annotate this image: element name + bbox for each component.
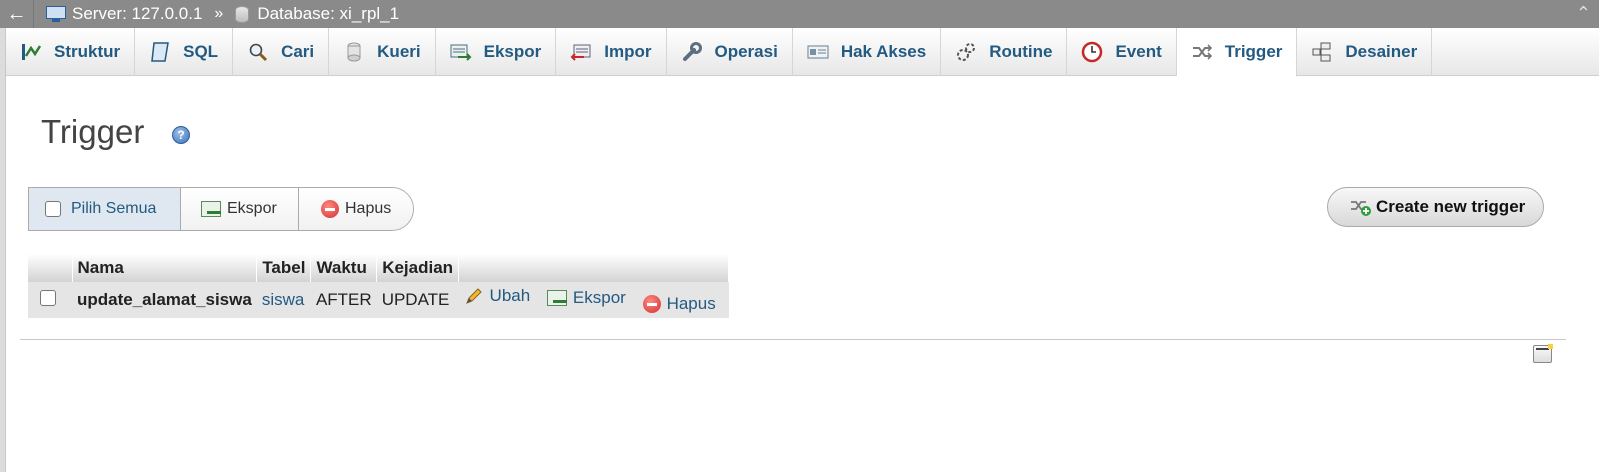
back-arrow-icon[interactable]: ←: [0, 0, 34, 28]
trigger-name: update_alamat_siswa: [72, 282, 257, 318]
query-icon: [343, 41, 365, 63]
header-waktu: Waktu: [310, 254, 378, 282]
collapse-icon[interactable]: ⌃: [1576, 3, 1591, 24]
tab-label: Event: [1115, 42, 1162, 61]
sql-icon: [149, 41, 171, 63]
edit-label: Ubah: [489, 285, 531, 305]
header-actions: [458, 254, 730, 282]
tab-sql[interactable]: SQL: [135, 28, 234, 76]
add-trigger-icon: [1350, 198, 1372, 216]
tab-label: Kueri: [377, 42, 421, 61]
triggers-table: Nama Tabel Waktu Kejadian update_alamat_…: [28, 254, 730, 318]
tab-label: Routine: [989, 42, 1053, 61]
export-link[interactable]: Ekspor: [546, 287, 626, 308]
tab-label: Ekspor: [483, 42, 542, 61]
tab-operasi[interactable]: Operasi: [667, 28, 793, 76]
tab-label: Struktur: [54, 42, 121, 61]
edit-link[interactable]: Ubah: [464, 285, 531, 306]
clock-icon: [1081, 41, 1103, 63]
header-checkbox-col: [28, 254, 73, 282]
trigger-event: UPDATE: [376, 282, 459, 318]
trigger-table-link[interactable]: siswa: [262, 290, 305, 309]
tab-ekspor[interactable]: Ekspor: [436, 28, 557, 76]
export-label: Ekspor: [572, 287, 626, 307]
delete-icon: [642, 295, 661, 314]
header-nama: Nama: [72, 254, 258, 282]
divider: [20, 339, 1566, 340]
bulk-export-button[interactable]: Ekspor: [181, 188, 299, 230]
export-icon: [450, 41, 472, 63]
tab-kueri[interactable]: Kueri: [329, 28, 436, 76]
tab-label: SQL: [183, 42, 219, 61]
create-new-trigger-label: Create new trigger: [1376, 197, 1526, 216]
delete-icon: [321, 200, 339, 218]
server-icon: [46, 6, 66, 22]
export-icon: [201, 201, 221, 217]
tab-trigger[interactable]: Trigger: [1176, 28, 1298, 77]
database-icon: [235, 5, 250, 23]
bulk-delete-label: Hapus: [345, 200, 392, 217]
tab-routine[interactable]: Routine: [941, 28, 1068, 76]
database-label[interactable]: Database: xi_rpl_1: [257, 4, 399, 24]
table-header-row: Nama Tabel Waktu Kejadian: [28, 254, 730, 282]
delete-label: Hapus: [666, 294, 716, 314]
create-new-trigger-button[interactable]: Create new trigger: [1327, 187, 1544, 227]
row-checkbox[interactable]: [40, 289, 56, 306]
console-icon[interactable]: [1533, 344, 1553, 363]
structure-icon: [20, 41, 42, 63]
designer-icon: [1311, 41, 1333, 63]
row-checkbox-cell: [28, 282, 72, 318]
import-icon: [570, 41, 592, 63]
page-title: Trigger: [41, 113, 145, 150]
bulk-delete-button[interactable]: Hapus: [299, 188, 413, 230]
row-actions: Ubah Ekspor Hapus: [458, 282, 729, 318]
trigger-table-cell: siswa: [256, 282, 311, 318]
search-icon: [247, 41, 269, 63]
trigger-icon: [1191, 41, 1213, 63]
tab-struktur[interactable]: Struktur: [6, 28, 136, 76]
privileges-icon: [807, 41, 829, 63]
server-label[interactable]: Server: 127.0.0.1: [72, 4, 202, 24]
tab-label: Hak Akses: [840, 42, 927, 61]
tab-bar: Struktur SQL Cari Kueri Ekspor Impor Ope…: [6, 28, 1599, 77]
select-all-control[interactable]: Pilih Semua: [29, 188, 181, 230]
tab-cari[interactable]: Cari: [233, 28, 330, 76]
export-icon: [546, 289, 567, 306]
tab-desainer[interactable]: Desainer: [1297, 28, 1433, 76]
tab-label: Cari: [281, 42, 315, 61]
tab-label: Operasi: [714, 42, 778, 61]
header-tabel: Tabel: [256, 254, 312, 282]
help-icon[interactable]: ?: [172, 126, 190, 144]
table-row: update_alamat_siswa siswa AFTER UPDATE U…: [28, 282, 729, 318]
bulk-export-label: Ekspor: [227, 200, 277, 217]
pencil-icon: [464, 286, 484, 306]
tab-label: Trigger: [1224, 42, 1283, 61]
tab-impor[interactable]: Impor: [556, 28, 667, 76]
tab-label: Impor: [604, 42, 652, 61]
breadcrumb-database[interactable]: Database: xi_rpl_1: [235, 4, 399, 24]
routines-icon: [955, 41, 977, 63]
delete-link[interactable]: Hapus: [642, 294, 716, 314]
trigger-timing: AFTER: [310, 282, 377, 318]
tab-hak-akses[interactable]: Hak Akses: [793, 28, 942, 76]
breadcrumb-server[interactable]: Server: 127.0.0.1: [46, 4, 202, 24]
select-all-label[interactable]: Pilih Semua: [71, 200, 156, 218]
tab-event[interactable]: Event: [1067, 28, 1177, 76]
select-all-checkbox[interactable]: [45, 201, 61, 217]
tab-label: Desainer: [1345, 42, 1418, 61]
breadcrumb-separator: »: [214, 5, 224, 22]
bulk-action-group: Pilih Semua Ekspor Hapus: [28, 187, 414, 231]
header-kejadian: Kejadian: [376, 254, 460, 282]
wrench-icon: [681, 41, 703, 63]
breadcrumb-bar: ← Server: 127.0.0.1 » Database: xi_rpl_1…: [0, 0, 1599, 28]
